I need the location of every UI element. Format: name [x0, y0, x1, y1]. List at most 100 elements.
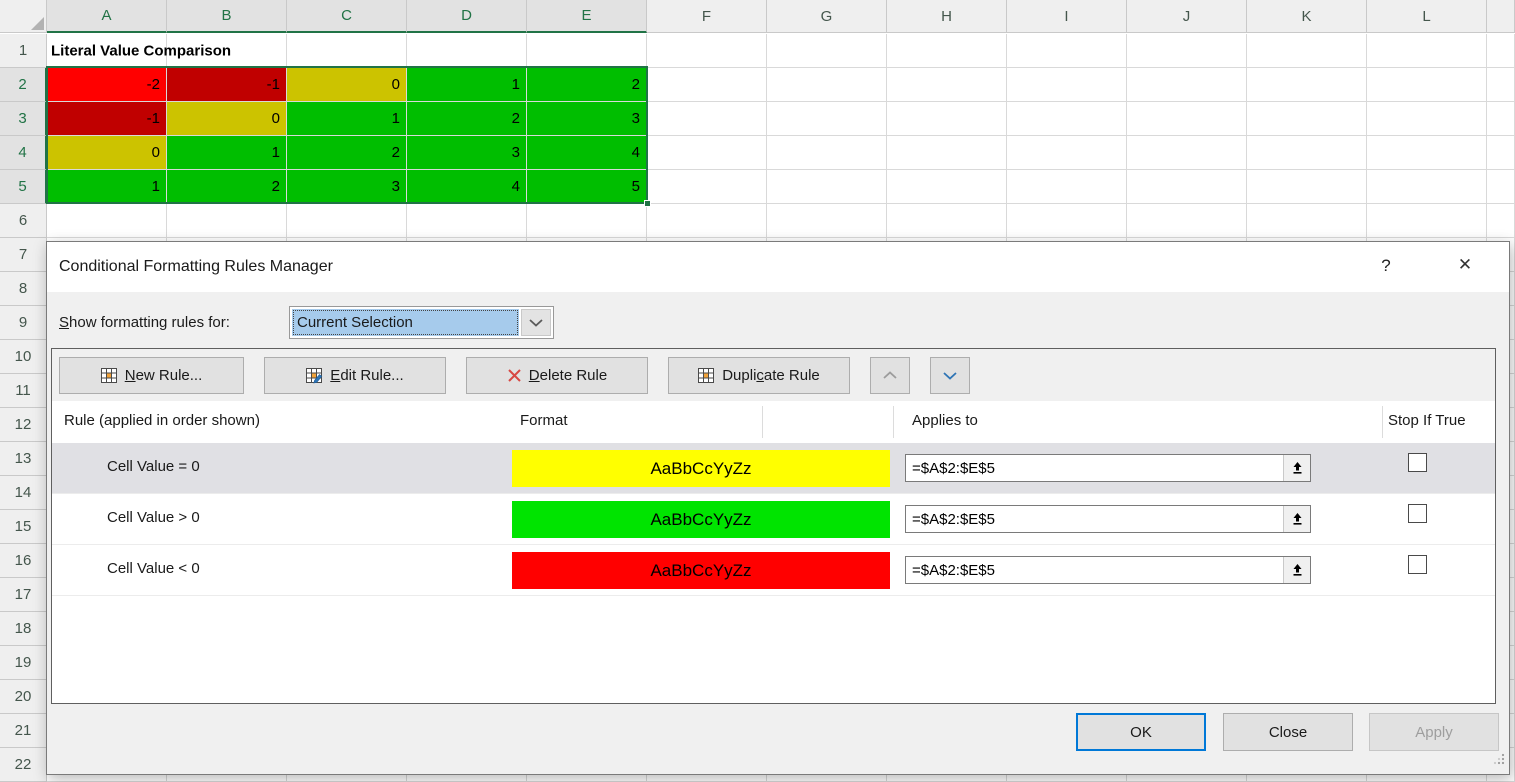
move-rule-down-button[interactable] — [930, 357, 970, 394]
cell-I1[interactable] — [1007, 34, 1127, 68]
row-header-20[interactable]: 20 — [0, 680, 47, 714]
cell-B2[interactable]: -1 — [167, 68, 287, 102]
row-header-21[interactable]: 21 — [0, 714, 47, 748]
cell-C3[interactable]: 1 — [287, 102, 407, 136]
cell-A3[interactable]: -1 — [47, 102, 167, 136]
stop-if-true-checkbox[interactable] — [1408, 555, 1427, 574]
column-header-D[interactable]: D — [407, 0, 527, 33]
row-header-3[interactable]: 3 — [0, 102, 47, 136]
row-header-19[interactable]: 19 — [0, 646, 47, 680]
column-header-G[interactable]: G — [767, 0, 887, 33]
cell-x3[interactable] — [1487, 102, 1515, 136]
rule-row-1[interactable]: Cell Value = 0AaBbCcYyZz — [52, 443, 1495, 494]
row-header-2[interactable]: 2 — [0, 68, 47, 102]
cell-H6[interactable] — [887, 204, 1007, 238]
cell-L3[interactable] — [1367, 102, 1487, 136]
new-rule-button[interactable]: New Rule... — [59, 357, 244, 394]
cell-I4[interactable] — [1007, 136, 1127, 170]
edit-rule-button[interactable]: Edit Rule... — [264, 357, 446, 394]
cell-I3[interactable] — [1007, 102, 1127, 136]
cell-I2[interactable] — [1007, 68, 1127, 102]
column-header-F[interactable]: F — [647, 0, 767, 33]
cell-D1[interactable] — [407, 34, 527, 68]
cell-D5[interactable]: 4 — [407, 170, 527, 204]
row-header-15[interactable]: 15 — [0, 510, 47, 544]
ok-button[interactable]: OK — [1076, 713, 1206, 751]
select-all-corner[interactable] — [0, 0, 47, 33]
column-header-L[interactable]: L — [1367, 0, 1487, 33]
row-header-13[interactable]: 13 — [0, 442, 47, 476]
cell-F1[interactable] — [647, 34, 767, 68]
applies-to-input[interactable] — [906, 455, 1283, 481]
cell-J3[interactable] — [1127, 102, 1247, 136]
cell-C4[interactable]: 2 — [287, 136, 407, 170]
cell-A4[interactable]: 0 — [47, 136, 167, 170]
cell-G5[interactable] — [767, 170, 887, 204]
row-header-9[interactable]: 9 — [0, 306, 47, 340]
row-header-5[interactable]: 5 — [0, 170, 47, 204]
column-header-C[interactable]: C — [287, 0, 407, 33]
cell-F5[interactable] — [647, 170, 767, 204]
cell-E4[interactable]: 4 — [527, 136, 647, 170]
cell-G4[interactable] — [767, 136, 887, 170]
cell-L4[interactable] — [1367, 136, 1487, 170]
duplicate-rule-button[interactable]: Duplicate Rule — [668, 357, 850, 394]
row-header-1[interactable]: 1 — [0, 34, 47, 68]
cell-B4[interactable]: 1 — [167, 136, 287, 170]
cell-H4[interactable] — [887, 136, 1007, 170]
show-rules-for-dropdown[interactable]: Current Selection — [289, 306, 554, 339]
cell-C1[interactable] — [287, 34, 407, 68]
column-header-E[interactable]: E — [527, 0, 647, 33]
cell-B6[interactable] — [167, 204, 287, 238]
cell-C6[interactable] — [287, 204, 407, 238]
cell-D2[interactable]: 1 — [407, 68, 527, 102]
row-header-7[interactable]: 7 — [0, 238, 47, 272]
cell-K3[interactable] — [1247, 102, 1367, 136]
cell-J6[interactable] — [1127, 204, 1247, 238]
cell-J5[interactable] — [1127, 170, 1247, 204]
row-header-11[interactable]: 11 — [0, 374, 47, 408]
cell-K4[interactable] — [1247, 136, 1367, 170]
cell-K6[interactable] — [1247, 204, 1367, 238]
cell-K2[interactable] — [1247, 68, 1367, 102]
cell-F4[interactable] — [647, 136, 767, 170]
stop-if-true-checkbox[interactable] — [1408, 504, 1427, 523]
cell-I5[interactable] — [1007, 170, 1127, 204]
cell-J2[interactable] — [1127, 68, 1247, 102]
cell-C2[interactable]: 0 — [287, 68, 407, 102]
close-icon[interactable]: ✕ — [1451, 255, 1479, 281]
delete-rule-button[interactable]: Delete Rule — [466, 357, 648, 394]
cell-A1[interactable]: Literal Value Comparison — [47, 34, 167, 68]
cell-K5[interactable] — [1247, 170, 1367, 204]
cell-x1[interactable] — [1487, 34, 1515, 68]
cell-A2[interactable]: -2 — [47, 68, 167, 102]
cell-H3[interactable] — [887, 102, 1007, 136]
cell-J4[interactable] — [1127, 136, 1247, 170]
column-header-H[interactable]: H — [887, 0, 1007, 33]
cell-L5[interactable] — [1367, 170, 1487, 204]
cell-E1[interactable] — [527, 34, 647, 68]
cell-L6[interactable] — [1367, 204, 1487, 238]
column-header-extra[interactable] — [1487, 0, 1515, 33]
cell-B3[interactable]: 0 — [167, 102, 287, 136]
range-picker-icon[interactable] — [1283, 506, 1310, 532]
help-icon[interactable]: ? — [1373, 256, 1399, 280]
row-header-22[interactable]: 22 — [0, 748, 47, 782]
cell-D6[interactable] — [407, 204, 527, 238]
resize-grip[interactable] — [1493, 752, 1505, 769]
range-picker-icon[interactable] — [1283, 557, 1310, 583]
column-header-A[interactable]: A — [47, 0, 167, 33]
row-header-4[interactable]: 4 — [0, 136, 47, 170]
row-header-8[interactable]: 8 — [0, 272, 47, 306]
column-header-I[interactable]: I — [1007, 0, 1127, 33]
cell-H1[interactable] — [887, 34, 1007, 68]
cell-C5[interactable]: 3 — [287, 170, 407, 204]
applies-to-input[interactable] — [906, 506, 1283, 532]
range-picker-icon[interactable] — [1283, 455, 1310, 481]
move-rule-up-button[interactable] — [870, 357, 910, 394]
cell-E5[interactable]: 5 — [527, 170, 647, 204]
cell-F3[interactable] — [647, 102, 767, 136]
close-button[interactable]: Close — [1223, 713, 1353, 751]
cell-F2[interactable] — [647, 68, 767, 102]
cell-J1[interactable] — [1127, 34, 1247, 68]
